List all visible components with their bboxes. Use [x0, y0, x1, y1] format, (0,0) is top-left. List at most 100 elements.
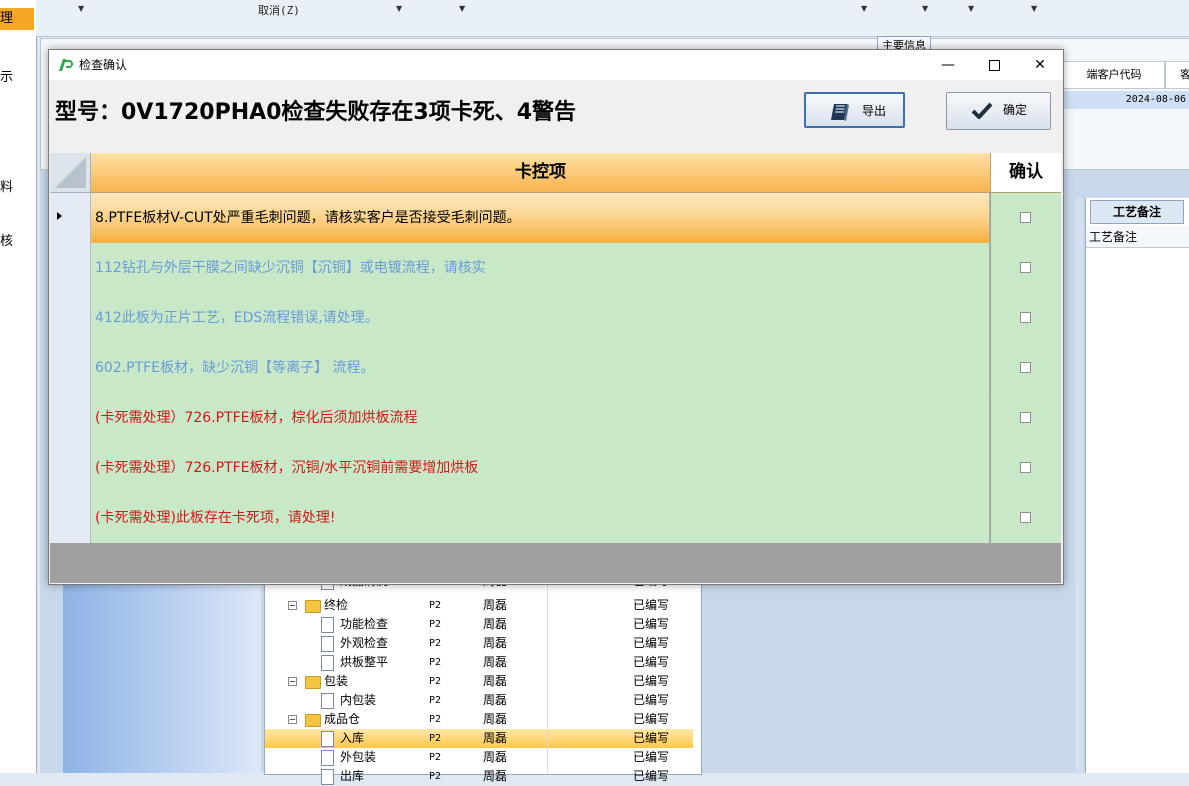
- control-item-cell[interactable]: 8.PTFE板材V-CUT处严重毛刺问题，请核实客户是否接受毛刺问题。: [91, 193, 990, 243]
- row-header[interactable]: [50, 443, 91, 493]
- tree-row-code: P2: [429, 638, 442, 649]
- tree-row[interactable]: 出库 P2 周磊 已编写: [265, 767, 693, 786]
- confirm-checkbox[interactable]: [1020, 412, 1031, 423]
- process-tree[interactable]: 成品清洗P2周磊已编写−终检P2周磊已编写功能检查P2周磊已编写外观检查P2周磊…: [264, 574, 702, 785]
- tree-row-name: 包装: [324, 674, 349, 688]
- tree-row-name: 终检: [324, 598, 349, 612]
- row-header[interactable]: [50, 193, 91, 243]
- tree-row[interactable]: 烘板整平 P2 周磊 已编写: [265, 653, 693, 672]
- grid-row[interactable]: 8.PTFE板材V-CUT处严重毛刺问题，请核实客户是否接受毛刺问题。: [50, 193, 1061, 243]
- document-icon: [321, 636, 334, 652]
- dropdown-caret-icon[interactable]: ▼: [1031, 4, 1037, 13]
- grid-row[interactable]: 112钻孔与外层干膜之间缺少沉铜【沉铜】或电镀流程，请核实: [50, 243, 1061, 293]
- dropdown-caret-icon[interactable]: ▼: [922, 4, 928, 13]
- document-icon: [321, 769, 334, 785]
- menu-bar: ▼ 取消(Z) ▼ ▼ ▼ ▼ ▼ ▼: [36, 0, 1189, 37]
- document-icon: [321, 655, 334, 671]
- control-item-cell[interactable]: (卡死需处理)此板存在卡死项，请处理!: [91, 493, 990, 543]
- confirm-checkbox[interactable]: [1020, 262, 1031, 273]
- cancel-menu-item[interactable]: 取消(Z): [258, 2, 300, 18]
- collapse-toggle-icon[interactable]: −: [288, 715, 297, 724]
- splitter-handle[interactable]: [1075, 198, 1083, 773]
- grid-row[interactable]: (卡死需处理）726.PTFE板材，沉铜/水平沉铜前需要增加烘板: [50, 443, 1061, 493]
- maximize-button[interactable]: [971, 50, 1017, 80]
- row-header[interactable]: [50, 393, 91, 443]
- tree-row-code: P2: [429, 619, 442, 630]
- tree-row[interactable]: 功能检查 P2 周磊 已编写: [265, 615, 693, 634]
- tree-row-user: 周磊: [483, 655, 508, 669]
- confirm-checkbox[interactable]: [1020, 512, 1031, 523]
- dropdown-caret-icon[interactable]: ▼: [396, 4, 402, 13]
- control-item-cell[interactable]: 412此板为正片工艺，EDS流程错误,请处理。: [91, 293, 990, 343]
- dropdown-caret-icon[interactable]: ▼: [78, 4, 84, 13]
- control-item-cell[interactable]: (卡死需处理）726.PTFE板材，沉铜/水平沉铜前需要增加烘板: [91, 443, 990, 493]
- remarks-header: 工艺备注: [1086, 226, 1189, 248]
- control-item-cell[interactable]: (卡死需处理）726.PTFE板材，棕化后须加烘板流程: [91, 393, 990, 443]
- tree-row-status: 已编写: [633, 655, 670, 669]
- collapse-toggle-icon[interactable]: −: [288, 601, 297, 610]
- ok-label: 确定: [1003, 103, 1028, 117]
- tree-row-user: 周磊: [483, 598, 508, 612]
- tree-row-code: P2: [429, 600, 442, 611]
- column-header-confirm[interactable]: 确认: [991, 153, 1061, 193]
- dropdown-caret-icon[interactable]: ▼: [459, 4, 465, 13]
- tree-row-name: 功能检查: [340, 617, 389, 631]
- tree-row-name: 外包装: [340, 750, 377, 764]
- dropdown-caret-icon[interactable]: ▼: [968, 4, 974, 13]
- confirm-checkbox[interactable]: [1020, 362, 1031, 373]
- column-header-customer-code[interactable]: 端客户代码: [1063, 61, 1165, 89]
- table-cell-date[interactable]: 2024-08-06: [1063, 91, 1189, 109]
- confirm-cell: [991, 493, 1061, 543]
- tree-row-name: 出库: [340, 769, 365, 783]
- tree-row-user: 周磊: [483, 712, 508, 726]
- tree-row-status: 已编写: [633, 769, 670, 783]
- tree-row-status: 已编写: [633, 636, 670, 650]
- minimize-button[interactable]: —: [925, 50, 971, 80]
- close-button[interactable]: ✕: [1017, 50, 1063, 80]
- column-header-more[interactable]: 客: [1165, 61, 1189, 89]
- ok-button[interactable]: 确定: [946, 92, 1051, 130]
- control-item-cell[interactable]: 602.PTFE板材，缺少沉铜【等离子】 流程。: [91, 343, 990, 393]
- left-nav-item[interactable]: 示: [0, 66, 13, 85]
- dialog-titlebar[interactable]: 检查确认 — ✕: [49, 50, 1063, 80]
- tab-process-remarks[interactable]: 工艺备注: [1090, 200, 1184, 224]
- check-confirm-dialog: 检查确认 — ✕ 型号：0V1720PHA0检查失败存在3项卡死、4警告 导出 …: [48, 49, 1064, 585]
- tree-row[interactable]: − 成品仓 P2 周磊 已编写: [265, 710, 693, 729]
- row-header[interactable]: [50, 343, 91, 393]
- dropdown-caret-icon[interactable]: ▼: [861, 4, 867, 13]
- document-icon: [321, 617, 334, 633]
- collapse-toggle-icon[interactable]: −: [288, 677, 297, 686]
- left-nav-item-selected[interactable]: 理: [0, 8, 34, 30]
- tree-row[interactable]: 内包装 P2 周磊 已编写: [265, 691, 693, 710]
- tree-row[interactable]: 入库 P2 周磊 已编写: [265, 729, 693, 748]
- tree-row-code: P2: [429, 752, 442, 763]
- confirm-cell: [991, 343, 1061, 393]
- tree-row[interactable]: 外包装 P2 周磊 已编写: [265, 748, 693, 767]
- document-icon: [321, 750, 334, 766]
- confirm-checkbox[interactable]: [1020, 462, 1031, 473]
- tree-row-status: 已编写: [633, 674, 670, 688]
- tree-row[interactable]: 外观检查 P2 周磊 已编写: [265, 634, 693, 653]
- column-header-control-item[interactable]: 卡控项: [91, 153, 991, 193]
- tree-row[interactable]: − 终检 P2 周磊 已编写: [265, 596, 693, 615]
- row-header[interactable]: [50, 243, 91, 293]
- grid-row[interactable]: (卡死需处理)此板存在卡死项，请处理!: [50, 493, 1061, 543]
- confirm-checkbox[interactable]: [1020, 212, 1031, 223]
- left-nav-item[interactable]: 核: [0, 230, 13, 249]
- control-item-cell[interactable]: 112钻孔与外层干膜之间缺少沉铜【沉铜】或电镀流程，请核实: [91, 243, 990, 293]
- tree-row-code: P2: [429, 733, 442, 744]
- tree-row[interactable]: − 包装 P2 周磊 已编写: [265, 672, 693, 691]
- row-header[interactable]: [50, 493, 91, 543]
- tree-row-name: 内包装: [340, 693, 377, 707]
- export-button[interactable]: 导出: [804, 92, 905, 128]
- folder-icon: [305, 600, 321, 613]
- confirm-checkbox[interactable]: [1020, 312, 1031, 323]
- grid-row[interactable]: 412此板为正片工艺，EDS流程错误,请处理。: [50, 293, 1061, 343]
- tree-row-status: 已编写: [633, 693, 670, 707]
- grid-row[interactable]: (卡死需处理）726.PTFE板材，棕化后须加烘板流程: [50, 393, 1061, 443]
- grid-row[interactable]: 602.PTFE板材，缺少沉铜【等离子】 流程。: [50, 343, 1061, 393]
- row-header[interactable]: [50, 293, 91, 343]
- select-all-corner[interactable]: [50, 153, 91, 193]
- tree-row-user: 周磊: [483, 769, 508, 783]
- left-nav-item[interactable]: 料: [0, 176, 13, 195]
